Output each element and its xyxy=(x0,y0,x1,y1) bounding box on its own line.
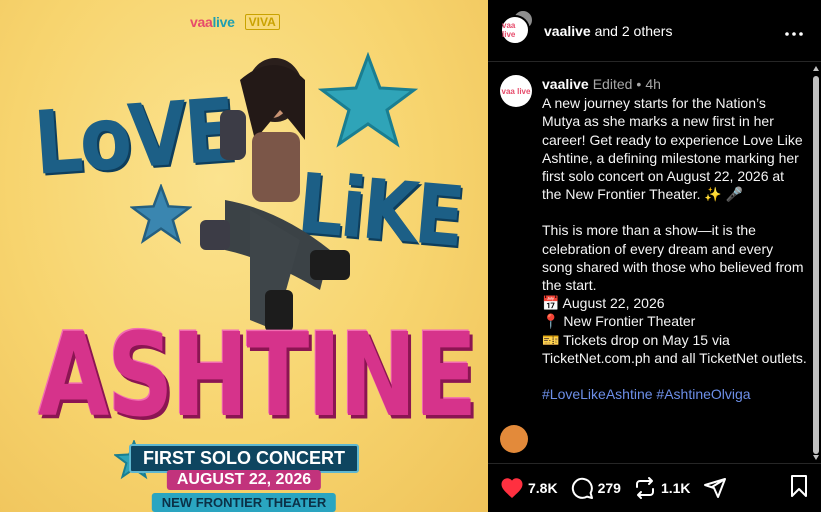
viva-records-logo: VIVA xyxy=(244,14,280,30)
save-button[interactable] xyxy=(789,474,809,503)
repost-count: 1.1K xyxy=(660,480,691,496)
scrollbar-thumb[interactable] xyxy=(813,76,819,454)
collaborators-text[interactable]: and 2 others xyxy=(595,23,673,39)
commenter-avatar[interactable] xyxy=(500,425,528,454)
more-options-button[interactable] xyxy=(779,20,809,41)
post-authors[interactable]: vaalive and 2 others xyxy=(544,23,672,39)
post-header: vaa live vaalive and 2 others xyxy=(488,0,821,62)
post-panel: vaa live vaalive and 2 others vaa live v… xyxy=(488,0,821,512)
repost-button[interactable]: 1.1K xyxy=(633,476,691,500)
share-button[interactable] xyxy=(703,476,727,500)
caption-username[interactable]: vaalive xyxy=(542,75,589,93)
comment-button[interactable]: 279 xyxy=(570,476,621,500)
concert-date-banner: AUGUST 22, 2026 xyxy=(166,470,322,490)
comments-scroll-area[interactable]: vaa live vaalive Edited • 4h A new journ… xyxy=(488,63,821,463)
caption-tickets-line: 🎫 Tickets drop on May 15 via TicketNet.c… xyxy=(542,331,807,366)
author-username[interactable]: vaalive xyxy=(544,23,591,39)
send-icon xyxy=(703,478,726,498)
like-button[interactable]: 7.8K xyxy=(500,477,558,499)
next-comment xyxy=(488,403,821,454)
caption-date-line: 📅 August 22, 2026 xyxy=(542,295,665,312)
scroll-down-arrow-icon[interactable] xyxy=(813,455,819,460)
post-time[interactable]: 4h xyxy=(645,75,661,93)
vaalive-logo: vaalive xyxy=(190,14,235,30)
repost-icon xyxy=(635,477,654,499)
scrollbar[interactable] xyxy=(813,66,819,460)
comment-count: 279 xyxy=(597,480,621,496)
caption-author-avatar[interactable]: vaa live xyxy=(500,75,532,107)
caption-paragraph-1: A new journey starts for the Nation’s Mu… xyxy=(542,95,803,203)
brand-logos: vaalive VIVA xyxy=(190,14,280,30)
scroll-up-arrow-icon[interactable] xyxy=(813,66,819,71)
heart-icon xyxy=(501,478,523,498)
first-solo-concert-banner: FIRST SOLO CONCERT xyxy=(129,444,359,473)
more-horizontal-icon xyxy=(785,32,803,36)
meta-separator: • xyxy=(636,76,642,92)
like-count: 7.8K xyxy=(528,480,558,496)
venue-banner: NEW FRONTIER THEATER xyxy=(151,493,337,512)
caption: vaa live vaalive Edited • 4h A new journ… xyxy=(488,63,821,403)
caption-paragraph-2: This is more than a show—it is the celeb… xyxy=(542,222,804,294)
caption-hashtags[interactable]: #LoveLikeAshtine #AshtineOlviga xyxy=(542,385,807,403)
action-bar: 7.8K 279 1.1K xyxy=(488,463,821,512)
author-avatars[interactable]: vaa live xyxy=(500,8,534,47)
caption-venue-line: 📍 New Frontier Theater xyxy=(542,313,696,330)
edited-label: Edited xyxy=(592,76,633,92)
title-word-ashtine: ASHTINE xyxy=(38,308,477,443)
post-image[interactable]: vaalive VIVA LoVE LiKE ASHTINE FIRST SOL… xyxy=(0,0,488,512)
author-avatar[interactable]: vaa live xyxy=(500,14,530,45)
artist-photo xyxy=(200,58,350,332)
bookmark-icon xyxy=(791,474,807,497)
comment-icon xyxy=(571,477,593,499)
